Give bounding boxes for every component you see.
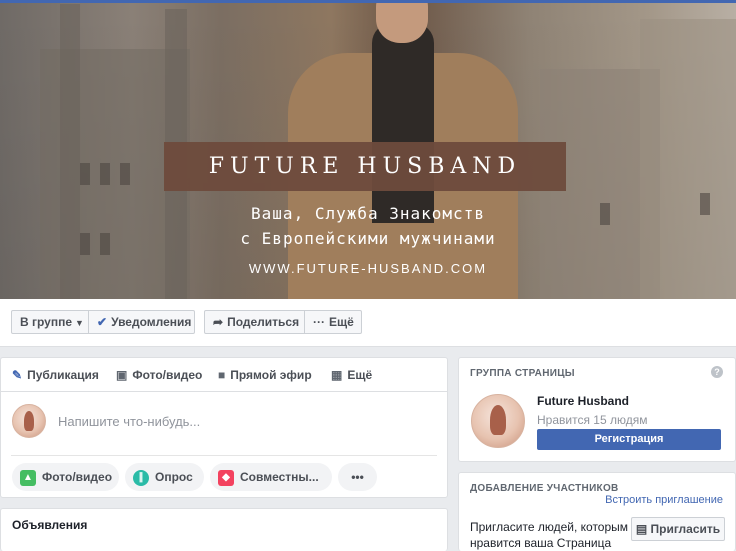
cover-title: FUTURE HUSBAND (208, 154, 522, 179)
in-group-button[interactable]: В группе ▼ (11, 310, 89, 334)
cover-window (120, 163, 130, 185)
composer-input[interactable]: Напишите что-нибудь... (58, 414, 200, 429)
option-poll[interactable]: ∥ Опрос (125, 463, 204, 491)
composer-divider (11, 455, 437, 456)
chevron-down-icon: ▼ (75, 318, 84, 328)
ads-title: Объявления (12, 518, 88, 532)
menu-grid-icon: ▦ (331, 368, 343, 382)
notifications-button[interactable]: ✔ Уведомления (88, 310, 195, 334)
option-poll-label: Опрос (155, 470, 193, 484)
share-button[interactable]: ➦ Поделиться (204, 310, 305, 334)
ads-section: Объявления (0, 508, 448, 551)
share-arrow-icon: ➦ (213, 315, 224, 329)
group-likes: Нравится 15 людям (537, 413, 648, 427)
option-photo-video[interactable]: ▲ Фото/видео (12, 463, 119, 491)
tab-more-label: Ещё (347, 368, 373, 382)
cover-building-far-right (640, 19, 736, 299)
ellipsis-icon: ··· (313, 315, 325, 329)
page-group-card: ГРУППА СТРАНИЦЫ ? Future Husband Нравитс… (458, 357, 736, 462)
more-label: Ещё (329, 315, 354, 329)
invite-icon: ▤ (635, 522, 651, 536)
video-camera-icon: ■ (218, 368, 226, 382)
members-card-header: ДОБАВЛЕНИЕ УЧАСТНИКОВ (470, 483, 619, 494)
embed-invite-link[interactable]: Встроить приглашение (605, 494, 723, 506)
tab-photo-video-label: Фото/видео (132, 368, 203, 382)
invite-button-label: Пригласить (650, 522, 721, 536)
cover-photo[interactable]: FUTURE HUSBAND Ваша, Служба Знакомств с … (0, 3, 736, 299)
help-icon[interactable]: ? (711, 366, 723, 378)
post-composer: ✎ Публикация ▣ Фото/видео ■ Прямой эфир ▦ Ещ… (0, 357, 448, 498)
cover-subtitle-line1: Ваша, Служба Знакомств (251, 204, 485, 223)
invite-button[interactable]: ▤ Пригласить (631, 517, 725, 541)
tab-live-label: Прямой эфир (230, 368, 312, 382)
poll-icon: ∥ (133, 469, 149, 486)
cover-subtitle-line2: с Европейскими мужчинами (240, 229, 496, 248)
page-avatar (12, 404, 46, 438)
option-watch-together[interactable]: ◆ Совместны... (210, 463, 332, 491)
group-avatar[interactable] (471, 394, 525, 448)
page-action-bar: В группе ▼ ✔ Уведомления ➦ Поделиться ··· Ещ… (0, 299, 736, 347)
tab-photo-video[interactable]: ▣ Фото/видео (116, 368, 202, 382)
invite-description: Пригласите людей, которым нравится ваша … (470, 520, 629, 550)
more-button[interactable]: ··· Ещё (304, 310, 362, 334)
register-button[interactable]: Регистрация (537, 429, 721, 450)
cover-url: WWW.FUTURE-HUSBAND.COM (248, 261, 488, 276)
in-group-label: В группе (20, 315, 73, 329)
cover-window (80, 163, 90, 185)
tab-live[interactable]: ■ Прямой эфир (218, 368, 312, 382)
option-photo-video-label: Фото/видео (42, 470, 113, 484)
add-members-card: ДОБАВЛЕНИЕ УЧАСТНИКОВ Встроить приглашен… (458, 472, 736, 551)
check-icon: ✔ (97, 315, 108, 329)
option-more[interactable]: ••• (338, 463, 377, 491)
option-watch-together-label: Совместны... (240, 470, 319, 484)
ellipsis-icon: ••• (351, 470, 364, 484)
cover-window (100, 163, 110, 185)
tab-publication[interactable]: ✎ Публикация (12, 368, 99, 382)
photo-icon: ▲ (20, 469, 36, 486)
share-label: Поделиться (227, 315, 300, 329)
composer-tabs: ✎ Публикация ▣ Фото/видео ■ Прямой эфир ▦ Ещ… (1, 358, 447, 392)
group-name[interactable]: Future Husband (537, 394, 629, 408)
popcorn-icon: ◆ (218, 469, 234, 486)
tab-more[interactable]: ▦ Ещё (331, 368, 372, 382)
pencil-icon: ✎ (12, 368, 23, 382)
camera-icon: ▣ (116, 368, 128, 382)
tab-publication-label: Публикация (27, 368, 99, 382)
group-card-header: ГРУППА СТРАНИЦЫ (470, 368, 575, 379)
notifications-label: Уведомления (111, 315, 192, 329)
cover-tower-left (60, 4, 80, 299)
